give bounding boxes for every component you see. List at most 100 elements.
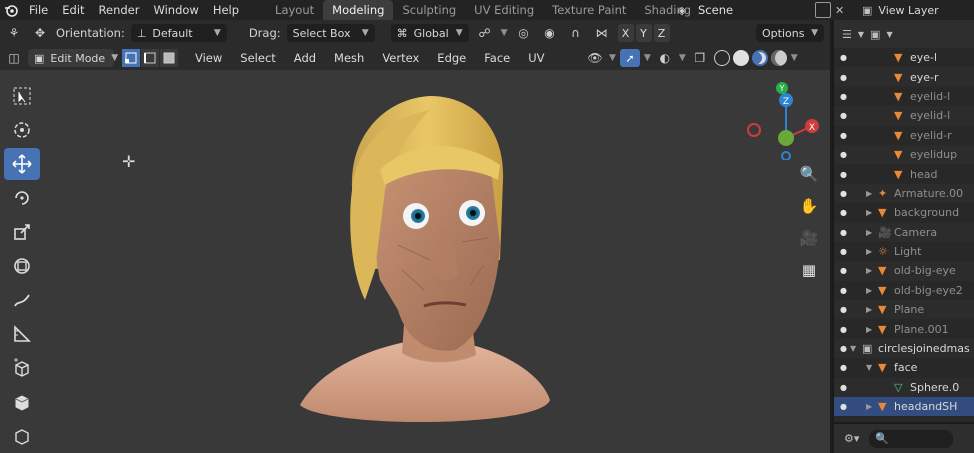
visibility-dot-icon[interactable]: ● [840, 305, 847, 314]
tab-layout[interactable]: Layout [266, 0, 323, 20]
expand-arrow-icon[interactable]: ▶ [866, 305, 872, 314]
close-scene-icon[interactable]: ✕ [835, 4, 844, 17]
outliner-row[interactable]: ● ▼ ▣ circlesjoinedmas [834, 338, 974, 359]
mode-dropdown[interactable]: ▣ Edit Mode ▼ [28, 49, 118, 67]
chevron-down-icon[interactable]: ▼ [858, 30, 864, 39]
wireframe-shading-icon[interactable] [713, 50, 730, 66]
visibility-dot-icon[interactable]: ● [840, 150, 847, 159]
menu-mesh[interactable]: Mesh [327, 51, 371, 65]
menu-select[interactable]: Select [233, 51, 282, 65]
expand-arrow-icon[interactable]: ▶ [866, 286, 872, 295]
expand-arrow-icon[interactable]: ▶ [866, 189, 872, 198]
blender-logo-icon[interactable] [0, 0, 22, 20]
xray-icon[interactable]: ❐ [690, 49, 710, 67]
visibility-dot-icon[interactable]: ● [840, 111, 847, 120]
outliner-row[interactable]: ● ▶ ▼ old-big-eye2 [834, 281, 974, 300]
menu-window[interactable]: Window [146, 0, 205, 20]
navigation-gizmo[interactable]: Z X Y [742, 80, 822, 160]
menu-edit[interactable]: Edit [55, 0, 91, 20]
outliner-row[interactable]: ● ▼ eyelid-l [834, 106, 974, 126]
chevron-down-icon[interactable]: ▼ [679, 53, 686, 63]
menu-render[interactable]: Render [92, 0, 147, 20]
visibility-dot-icon[interactable]: ● [840, 363, 847, 372]
outliner-row[interactable]: ● ▶ ▼ Plane [834, 300, 974, 320]
menu-edge[interactable]: Edge [430, 51, 473, 65]
chevron-down-icon[interactable]: ▼ [609, 53, 616, 63]
chevron-down-icon[interactable]: ▼ [886, 30, 892, 39]
outliner-row[interactable]: ● ▽ Sphere.0 [834, 377, 974, 398]
outliner-row[interactable]: ● ▼ eye-l [834, 48, 974, 67]
outliner-row[interactable]: ● ▶ ▼ background [834, 203, 974, 222]
outliner-editor-icon[interactable]: ☰ [842, 28, 852, 41]
tab-uv-editing[interactable]: UV Editing [465, 0, 543, 20]
visibility-dot-icon[interactable]: ● [840, 228, 847, 237]
falloff-icon[interactable]: ∩ [566, 24, 586, 42]
view-layer-selector[interactable]: ▣ View Layer [862, 0, 939, 20]
outliner-row[interactable]: ● ▼ eyelid-r [834, 126, 974, 145]
visibility-icon[interactable]: 👁 [585, 49, 605, 67]
options-dropdown[interactable]: Options ▼ [756, 24, 824, 42]
head-model[interactable] [0, 70, 830, 453]
expand-arrow-icon[interactable]: ▼ [850, 344, 856, 353]
menu-view[interactable]: View [188, 51, 229, 65]
visibility-dot-icon[interactable]: ● [840, 189, 847, 198]
expand-arrow-icon[interactable]: ▶ [866, 325, 872, 334]
visibility-dot-icon[interactable]: ● [840, 286, 847, 295]
pivot-point-icon[interactable]: ☍ [475, 24, 495, 42]
expand-arrow-icon[interactable]: ▶ [866, 208, 872, 217]
vertex-select-icon[interactable] [122, 49, 140, 67]
visibility-dot-icon[interactable]: ● [840, 131, 847, 140]
menu-add[interactable]: Add [287, 51, 323, 65]
proportional-edit-icon[interactable]: ◉ [540, 24, 560, 42]
visibility-dot-icon[interactable]: ● [840, 53, 847, 62]
visibility-dot-icon[interactable]: ● [840, 170, 847, 179]
outliner-row[interactable]: ● ▼ ▼ face [834, 358, 974, 377]
drag-dropdown[interactable]: Select Box ▼ [286, 24, 375, 42]
editor-type-icon[interactable]: ◫ [4, 49, 24, 67]
visibility-dot-icon[interactable]: ● [840, 383, 847, 392]
visibility-dot-icon[interactable]: ● [840, 344, 847, 353]
outliner-row[interactable]: ● ▼ head [834, 164, 974, 183]
mirror-z-toggle[interactable]: Z [653, 24, 670, 42]
tool-settings-icon[interactable]: ⚘ [4, 24, 24, 42]
menu-help[interactable]: Help [206, 0, 246, 20]
outliner-row[interactable]: ● ▼ eyelidup [834, 144, 974, 165]
zoom-icon[interactable]: 🔍 [797, 162, 821, 186]
visibility-dot-icon[interactable]: ● [840, 92, 847, 101]
visibility-dot-icon[interactable]: ● [840, 266, 847, 275]
overlays-icon[interactable]: ◐ [655, 49, 675, 67]
chevron-down-icon[interactable]: ▼ [501, 28, 508, 38]
menu-uv[interactable]: UV [521, 51, 551, 65]
outliner-row[interactable]: ● ▶ 🎥 Camera [834, 222, 974, 242]
outliner-row[interactable]: ● ▶ ✦ Armature.00 [834, 183, 974, 204]
chevron-down-icon[interactable]: ▼ [644, 53, 651, 63]
menu-face[interactable]: Face [477, 51, 517, 65]
mirror-icon[interactable]: ⋈ [592, 24, 612, 42]
face-select-icon[interactable] [160, 49, 178, 67]
expand-arrow-icon[interactable]: ▶ [866, 266, 872, 275]
pan-hand-icon[interactable]: ✋ [797, 194, 821, 218]
material-shading-icon[interactable] [751, 50, 768, 66]
outliner-row[interactable]: ● ▶ ▼ old-big-eye [834, 261, 974, 281]
menu-vertex[interactable]: Vertex [375, 51, 426, 65]
visibility-dot-icon[interactable]: ● [840, 73, 847, 82]
expand-arrow-icon[interactable]: ▶ [866, 228, 872, 237]
outliner-row[interactable]: ● ▶ ▼ headandSH [834, 397, 974, 417]
orientation-dropdown[interactable]: ⊥ Default ▼ [130, 24, 227, 42]
mirror-y-toggle[interactable]: Y [635, 24, 652, 42]
expand-arrow-icon[interactable]: ▶ [866, 247, 872, 256]
camera-view-icon[interactable]: 🎥 [797, 226, 821, 250]
edge-select-icon[interactable] [141, 49, 159, 67]
visibility-dot-icon[interactable]: ● [840, 325, 847, 334]
tab-texture-paint[interactable]: Texture Paint [543, 0, 635, 20]
transform-orientation-dropdown[interactable]: ⌘ Global ▼ [390, 24, 469, 42]
expand-arrow-icon[interactable]: ▶ [866, 402, 872, 411]
new-scene-icon[interactable] [815, 2, 831, 18]
outliner-row[interactable]: ● ▼ eye-r [834, 67, 974, 87]
mirror-x-toggle[interactable]: X [617, 24, 634, 42]
properties-editor-icon[interactable]: ⚙▾ [844, 432, 859, 445]
outliner-row[interactable]: ● ▼ eyelid-l [834, 87, 974, 106]
visibility-dot-icon[interactable]: ● [840, 247, 847, 256]
tab-modeling[interactable]: Modeling [323, 0, 394, 20]
3d-viewport[interactable]: ✛ Z X Y 🔍 ✋ 🎥 ▦ [0, 70, 830, 453]
